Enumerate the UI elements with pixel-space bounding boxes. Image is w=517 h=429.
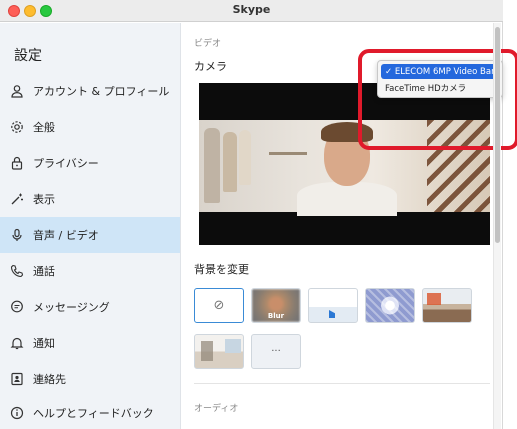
scrollbar-thumb[interactable] — [495, 27, 500, 243]
gear-icon — [10, 120, 24, 134]
chat-bubble-icon — [10, 300, 24, 314]
background-option-blur[interactable]: Blur — [251, 288, 301, 323]
background-option-image-1[interactable] — [308, 288, 358, 323]
skype-window: Skype 設定 アカウント & プロフィール 全般 プライバシー 表示 音声 … — [0, 0, 517, 429]
sidebar-item-label: アカウント & プロフィール — [33, 85, 170, 98]
contacts-icon — [10, 372, 24, 386]
settings-sidebar: 設定 アカウント & プロフィール 全般 プライバシー 表示 音声 / ビデオ … — [0, 23, 181, 429]
lock-icon — [10, 156, 24, 170]
background-option-image-4[interactable] — [194, 334, 244, 369]
phone-icon — [10, 264, 24, 278]
magic-wand-icon — [10, 192, 24, 206]
sidebar-item-label: 連絡先 — [33, 373, 66, 386]
none-icon: ⊘ — [213, 298, 225, 313]
sidebar-item-label: プライバシー — [33, 157, 99, 170]
user-icon — [10, 84, 24, 98]
sidebar-item-label: 全般 — [33, 121, 55, 134]
more-backgrounds-button[interactable]: ··· — [251, 334, 301, 369]
sidebar-item-general[interactable]: 全般 — [0, 109, 180, 145]
audio-section-label: オーディオ — [194, 404, 239, 414]
sidebar-item-contacts[interactable]: 連絡先 — [0, 361, 180, 397]
sidebar-item-label: ヘルプとフィードバック — [33, 407, 154, 420]
sidebar-item-appearance[interactable]: 表示 — [0, 181, 180, 217]
sidebar-item-label: 通知 — [33, 337, 55, 350]
sidebar-item-account-profile[interactable]: アカウント & プロフィール — [0, 73, 180, 109]
bing-logo-icon — [329, 310, 335, 318]
info-icon — [10, 406, 24, 420]
background-option-image-2[interactable] — [365, 288, 415, 323]
title-bar: Skype — [0, 0, 503, 22]
bell-icon — [10, 336, 24, 350]
blur-label: Blur — [267, 312, 285, 320]
background-option-image-3[interactable] — [422, 288, 472, 323]
camera-label: カメラ — [194, 60, 227, 73]
sidebar-item-label: 通話 — [33, 265, 55, 278]
sidebar-item-notifications[interactable]: 通知 — [0, 325, 180, 361]
settings-heading: 設定 — [14, 48, 42, 64]
settings-scrollbar[interactable] — [493, 23, 501, 429]
sidebar-item-audio-video[interactable]: 音声 / ビデオ — [0, 217, 180, 253]
audio-video-settings-panel: ビデオ カメラ ✓ ELECOM 6MP Video Bar FaceTime … — [182, 23, 517, 429]
sidebar-item-calling[interactable]: 通話 — [0, 253, 180, 289]
sidebar-item-label: 音声 / ビデオ — [33, 229, 99, 242]
sidebar-item-help-feedback[interactable]: ヘルプとフィードバック — [0, 395, 180, 429]
sidebar-item-label: メッセージング — [33, 301, 110, 314]
change-background-label: 背景を変更 — [194, 263, 249, 276]
window-title: Skype — [232, 3, 271, 16]
section-divider — [194, 383, 490, 384]
sidebar-item-label: 表示 — [33, 193, 55, 206]
background-option-none[interactable]: ⊘ — [194, 288, 244, 323]
sidebar-item-messaging[interactable]: メッセージング — [0, 289, 180, 325]
microphone-icon — [10, 228, 24, 242]
sidebar-item-privacy[interactable]: プライバシー — [0, 145, 180, 181]
video-section-label: ビデオ — [194, 39, 222, 49]
